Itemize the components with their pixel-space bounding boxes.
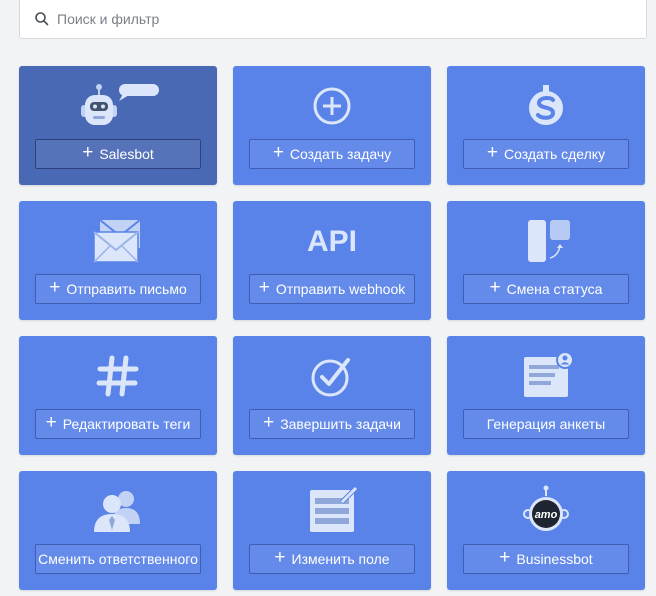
status-change-icon (447, 211, 645, 271)
card-label: Смена статуса (506, 281, 603, 297)
plus-icon: + (272, 142, 284, 163)
card-label: Salesbot (99, 146, 154, 162)
complete-tasks-button[interactable]: + Завершить задачи (249, 409, 415, 439)
card-label: Генерация анкеты (486, 416, 606, 432)
plus-icon: + (486, 142, 499, 163)
create-task-button[interactable]: + Создать задачу (249, 139, 415, 169)
send-webhook-button[interactable]: + Отправить webhook (249, 274, 415, 304)
plus-icon: + (499, 547, 511, 568)
card-label: Создать сделку (504, 146, 606, 162)
dollar-icon (447, 76, 645, 136)
card-generate-form[interactable]: Генерация анкеты (447, 336, 645, 455)
card-label: Создать задачу (289, 146, 392, 162)
card-complete-tasks[interactable]: + Завершить задачи (233, 336, 431, 455)
card-edit-field[interactable]: + Изменить поле (233, 471, 431, 590)
search-input[interactable] (57, 11, 617, 27)
plus-icon: + (82, 142, 94, 163)
card-send-webhook[interactable]: API + Отправить webhook (233, 201, 431, 320)
generate-form-button[interactable]: Генерация анкеты (463, 409, 629, 439)
edit-field-button[interactable]: + Изменить поле (249, 544, 415, 574)
check-circle-icon (233, 346, 431, 406)
card-send-email[interactable]: + Отправить письмо (19, 201, 217, 320)
card-businessbot[interactable]: amo + Businessbot (447, 471, 645, 590)
robot-icon (19, 76, 217, 136)
users-icon (19, 481, 217, 541)
card-label: Сменить ответственного (38, 551, 198, 567)
card-label: Завершить задачи (280, 416, 401, 432)
card-salesbot[interactable]: + Salesbot (19, 66, 217, 185)
businessbot-button[interactable]: + Businessbot (463, 544, 629, 574)
search-bar[interactable] (19, 0, 647, 39)
plus-icon: + (49, 277, 61, 298)
amo-bot-icon: amo (447, 481, 645, 541)
card-label: Изменить поле (291, 551, 390, 567)
card-label: Отправить webhook (275, 281, 406, 297)
card-create-task[interactable]: + Создать задачу (233, 66, 431, 185)
card-status-change[interactable]: + Смена статуса (447, 201, 645, 320)
plus-icon: + (45, 412, 57, 433)
create-deal-button[interactable]: + Создать сделку (463, 139, 629, 169)
card-edit-tags[interactable]: + Редактировать теги (19, 336, 217, 455)
plus-icon: + (263, 412, 275, 433)
card-label: Businessbot (516, 551, 593, 567)
status-change-button[interactable]: + Смена статуса (463, 274, 629, 304)
edit-tags-button[interactable]: + Редактировать теги (35, 409, 201, 439)
card-create-deal[interactable]: + Создать сделку (447, 66, 645, 185)
svg-text:API: API (307, 225, 357, 258)
card-change-responsible[interactable]: Сменить ответственного (19, 471, 217, 590)
add-task-icon (233, 76, 431, 136)
api-icon: API (233, 211, 431, 271)
salesbot-button[interactable]: + Salesbot (35, 139, 201, 169)
form-icon (447, 346, 645, 406)
svg-text:amo: amo (535, 509, 558, 521)
envelope-icon (19, 211, 217, 271)
hashtag-icon (19, 346, 217, 406)
change-responsible-button[interactable]: Сменить ответственного (35, 544, 201, 574)
plus-icon: + (258, 277, 270, 298)
plus-icon: + (489, 277, 501, 298)
search-icon (34, 11, 50, 27)
plus-icon: + (274, 547, 286, 568)
edit-field-icon (233, 481, 431, 541)
card-label: Редактировать теги (62, 416, 191, 432)
send-email-button[interactable]: + Отправить письмо (35, 274, 201, 304)
card-label: Отправить письмо (66, 281, 187, 297)
